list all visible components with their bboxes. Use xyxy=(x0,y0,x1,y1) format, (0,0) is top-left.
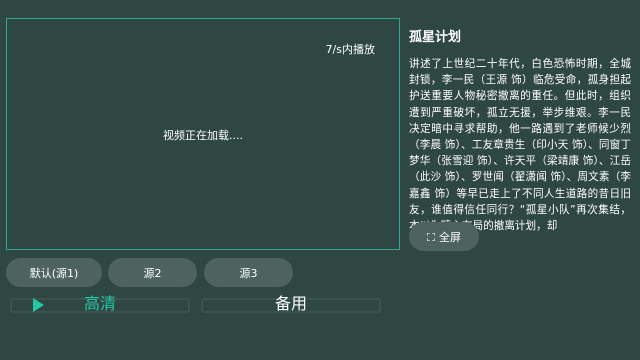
quality-tab-hd[interactable]: 高清 xyxy=(10,294,190,313)
fullscreen-button[interactable]: 全屏 xyxy=(409,222,479,251)
quality-hd-label: 高清 xyxy=(83,294,116,313)
video-player[interactable]: 7/s内播放 视频正在加载.... xyxy=(6,18,400,250)
video-title: 孤星计划 xyxy=(409,30,462,45)
quality-tab-backup[interactable]: 备用 xyxy=(201,294,381,313)
video-description: 讲述了上世纪二十年代，白色恐怖时期，全城封锁，李一民（王源 饰）临危受命，孤身担… xyxy=(409,58,631,233)
info-panel: 孤星计划 讲述了上世纪二十年代，白色恐怖时期，全城封锁，李一民（王源 饰）临危受… xyxy=(409,28,631,236)
source-button-2[interactable]: 源2 xyxy=(108,258,197,287)
app-stage: 7/s内播放 视频正在加载.... 孤星计划 讲述了上世纪二十年代，白色恐怖时期… xyxy=(0,0,640,360)
fullscreen-label: 全屏 xyxy=(439,230,461,244)
fullscreen-icon xyxy=(427,232,435,241)
source-button-3[interactable]: 源3 xyxy=(204,258,293,287)
video-loading-text: 视频正在加载.... xyxy=(163,129,243,142)
source-button-1[interactable]: 默认(源1) xyxy=(6,258,102,287)
quality-backup-label: 备用 xyxy=(274,294,307,313)
playback-rate-text: 7/s内播放 xyxy=(325,43,375,56)
